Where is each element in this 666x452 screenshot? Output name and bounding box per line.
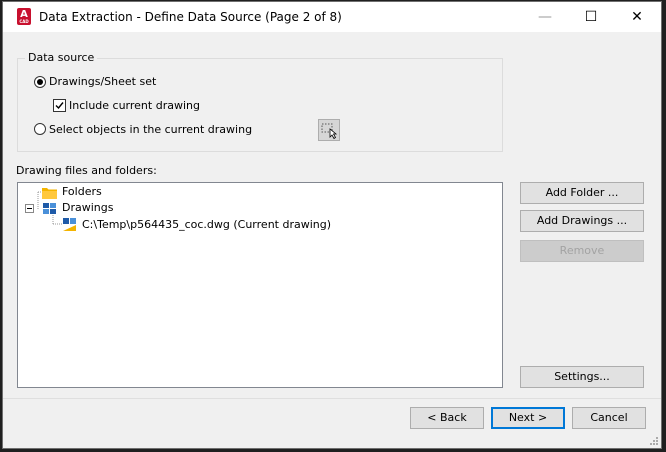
checkmark-icon xyxy=(55,102,64,110)
minimize-button[interactable]: — xyxy=(522,2,568,32)
dwg-file-icon xyxy=(63,218,76,231)
collapse-toggle[interactable] xyxy=(25,204,34,213)
maximize-button[interactable]: ☐ xyxy=(568,2,614,32)
back-button[interactable]: < Back xyxy=(410,407,484,429)
include-current-drawing-checkbox[interactable] xyxy=(53,99,66,112)
remove-button[interactable]: Remove xyxy=(520,240,644,262)
select-objects-label[interactable]: Select objects in the current drawing xyxy=(49,123,252,136)
minus-icon xyxy=(27,208,32,209)
select-objects-radio[interactable] xyxy=(34,123,46,135)
autocad-app-icon: A CAD xyxy=(17,8,31,25)
folder-icon xyxy=(42,188,57,199)
window-title: Data Extraction - Define Data Source (Pa… xyxy=(39,10,342,24)
drawing-files-label: Drawing files and folders: xyxy=(16,164,157,177)
add-drawings-button[interactable]: Add Drawings ... xyxy=(520,210,644,232)
data-extraction-dialog: A CAD Data Extraction - Define Data Sour… xyxy=(2,1,662,449)
drawings-sheet-set-label[interactable]: Drawings/Sheet set xyxy=(49,75,156,88)
drawings-label: Drawings xyxy=(62,201,114,214)
cancel-button[interactable]: Cancel xyxy=(572,407,646,429)
select-objects-button[interactable] xyxy=(318,119,340,141)
resize-grip-icon[interactable] xyxy=(649,436,659,446)
settings-button[interactable]: Settings... xyxy=(520,366,644,388)
app-icon-sub: CAD xyxy=(19,19,29,24)
drawing-files-tree[interactable]: Folders Drawings C:\Temp\p564435_coc.dwg… xyxy=(17,182,503,388)
folders-label: Folders xyxy=(62,185,102,198)
next-button[interactable]: Next > xyxy=(491,407,565,429)
select-objects-icon xyxy=(321,123,338,140)
drawings-sheet-set-radio[interactable] xyxy=(34,76,46,88)
footer-separator xyxy=(3,398,661,399)
add-folder-button[interactable]: Add Folder ... xyxy=(520,182,644,204)
include-current-drawing-label[interactable]: Include current drawing xyxy=(69,99,200,112)
title-bar: A CAD Data Extraction - Define Data Sour… xyxy=(3,2,661,32)
data-source-group-label: Data source xyxy=(25,51,98,64)
close-button[interactable]: ✕ xyxy=(614,2,660,32)
drawing-file-label: C:\Temp\p564435_coc.dwg (Current drawing… xyxy=(82,218,332,231)
drawings-icon xyxy=(43,203,56,214)
